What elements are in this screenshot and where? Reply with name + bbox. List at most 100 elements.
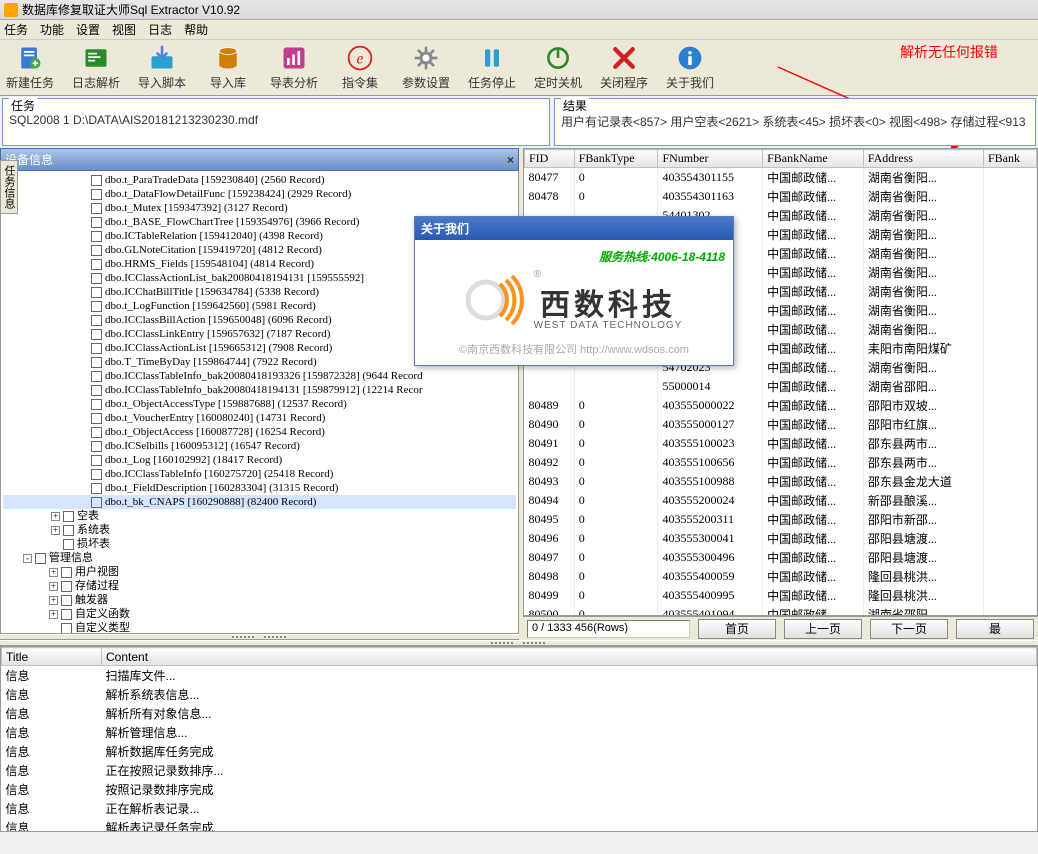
table-row[interactable]: 804770403554301155中国邮政储...湖南省衡阳... <box>525 168 1037 188</box>
log-row[interactable]: 信息正在解析表记录... <box>2 799 1037 818</box>
tree-folder[interactable]: -管理信息 <box>3 551 516 565</box>
new-task-button[interactable]: 新建任务 <box>6 44 54 91</box>
checkbox-icon[interactable] <box>91 217 102 228</box>
checkbox-icon[interactable] <box>61 581 72 592</box>
checkbox-icon[interactable] <box>91 273 102 284</box>
checkbox-icon[interactable] <box>91 385 102 396</box>
tree-close-icon[interactable]: × <box>507 153 514 167</box>
expand-icon[interactable]: + <box>49 568 58 577</box>
checkbox-icon[interactable] <box>61 595 72 606</box>
tree-leaf[interactable]: dbo.t_FieldDescription [160283304] (3131… <box>3 481 516 495</box>
tree-folder[interactable]: +自定义函数 <box>3 607 516 621</box>
checkbox-icon[interactable] <box>91 399 102 410</box>
col-header[interactable]: FBankType <box>574 150 658 168</box>
expand-icon[interactable]: + <box>49 610 58 619</box>
col-header[interactable]: FNumber <box>658 150 763 168</box>
expand-icon[interactable]: - <box>23 554 32 563</box>
checkbox-icon[interactable] <box>91 259 102 270</box>
checkbox-icon[interactable] <box>63 525 74 536</box>
page-button-最[interactable]: 最 <box>956 619 1034 639</box>
table-row[interactable]: 55000014中国邮政储...湖南省邵阳... <box>525 377 1037 396</box>
checkbox-icon[interactable] <box>91 301 102 312</box>
tree-folder[interactable]: +存储过程 <box>3 579 516 593</box>
checkbox-icon[interactable] <box>91 329 102 340</box>
checkbox-icon[interactable] <box>61 567 72 578</box>
table-row[interactable]: 804940403555200024中国邮政储...新邵县酿溪... <box>525 491 1037 510</box>
col-header[interactable]: FBankName <box>763 150 864 168</box>
expand-icon[interactable]: + <box>49 596 58 605</box>
checkbox-icon[interactable] <box>91 497 102 508</box>
tree-folder[interactable]: +触发器 <box>3 593 516 607</box>
tree-folder[interactable]: 损坏表 <box>3 537 516 551</box>
export-analyze-button[interactable]: 导表分析 <box>270 44 318 91</box>
col-header[interactable]: FAddress <box>863 150 983 168</box>
checkbox-icon[interactable] <box>91 189 102 200</box>
log-row[interactable]: 信息解析管理信息... <box>2 723 1037 742</box>
menu-帮助[interactable]: 帮助 <box>184 20 208 39</box>
log-row[interactable]: 信息正在按照记录数排序... <box>2 761 1037 780</box>
checkbox-icon[interactable] <box>61 609 72 620</box>
shutdown-button[interactable]: 定时关机 <box>534 44 582 91</box>
menu-日志[interactable]: 日志 <box>148 20 172 39</box>
tree-leaf[interactable]: dbo.ICClassTableInfo_bak20080418194131 [… <box>3 383 516 397</box>
checkbox-icon[interactable] <box>91 287 102 298</box>
table-row[interactable]: 804780403554301163中国邮政储...湖南省衡阳... <box>525 187 1037 206</box>
checkbox-icon[interactable] <box>91 413 102 424</box>
about-button[interactable]: 关于我们 <box>666 44 714 91</box>
tree-leaf[interactable]: dbo.t_bk_CNAPS [160290888] (82400 Record… <box>3 495 516 509</box>
checkbox-icon[interactable] <box>61 623 72 634</box>
page-button-下一页[interactable]: 下一页 <box>870 619 948 639</box>
checkbox-icon[interactable] <box>91 203 102 214</box>
tree-leaf[interactable]: dbo.t_VoucherEntry [160080240] (14731 Re… <box>3 411 516 425</box>
table-row[interactable]: 804930403555100988中国邮政储...邵东县金龙大道 <box>525 472 1037 491</box>
expand-icon[interactable]: + <box>51 526 60 535</box>
checkbox-icon[interactable] <box>91 441 102 452</box>
instruction-button[interactable]: e指令集 <box>336 44 384 91</box>
tree-leaf[interactable]: dbo.t_ObjectAccessType [159887688] (1253… <box>3 397 516 411</box>
log-row[interactable]: 信息解析表记录任务完成 <box>2 818 1037 832</box>
tree-leaf[interactable]: dbo.t_Log [160102992] (18417 Record) <box>3 453 516 467</box>
menu-任务[interactable]: 任务 <box>4 20 28 39</box>
tree-leaf[interactable]: dbo.t_ParaTradeData [159230840] (2560 Re… <box>3 173 516 187</box>
close-prog-button[interactable]: 关闭程序 <box>600 44 648 91</box>
tree-leaf[interactable]: dbo.t_Mutex [159347392] (3127 Record) <box>3 201 516 215</box>
checkbox-icon[interactable] <box>35 553 46 564</box>
log-row[interactable]: 信息扫描库文件... <box>2 666 1037 686</box>
checkbox-icon[interactable] <box>91 469 102 480</box>
table-row[interactable]: 804960403555300041中国邮政储...邵阳县塘渡... <box>525 529 1037 548</box>
table-row[interactable]: 804910403555100023中国邮政储...邵东县两市... <box>525 434 1037 453</box>
checkbox-icon[interactable] <box>91 483 102 494</box>
checkbox-icon[interactable] <box>91 455 102 466</box>
param-button[interactable]: 参数设置 <box>402 44 450 91</box>
checkbox-icon[interactable] <box>91 427 102 438</box>
log-row[interactable]: 信息解析数据库任务完成 <box>2 742 1037 761</box>
col-header[interactable]: FBank <box>983 150 1036 168</box>
log-col[interactable]: Title <box>2 648 102 666</box>
menu-设置[interactable]: 设置 <box>76 20 100 39</box>
tree-folder[interactable]: +系统表 <box>3 523 516 537</box>
table-row[interactable]: 805000403555401094中国邮政储...湖南省邵阳... <box>525 605 1037 616</box>
tree-leaf[interactable]: dbo.ICClassTableInfo [160275720] (25418 … <box>3 467 516 481</box>
splitter[interactable] <box>0 634 519 640</box>
menu-功能[interactable]: 功能 <box>40 20 64 39</box>
table-row[interactable]: 804950403555200311中国邮政储...邵阳市新邵... <box>525 510 1037 529</box>
tree-leaf[interactable]: dbo.ICSelbills [160095312] (16547 Record… <box>3 439 516 453</box>
table-row[interactable]: 804970403555300496中国邮政储...邵阳县塘渡... <box>525 548 1037 567</box>
table-row[interactable]: 804990403555400995中国邮政储...隆回县桃洪... <box>525 586 1037 605</box>
tree-folder[interactable]: 自定义类型 <box>3 621 516 634</box>
log-row[interactable]: 信息解析所有对象信息... <box>2 704 1037 723</box>
task-stop-button[interactable]: 任务停止 <box>468 44 516 91</box>
table-row[interactable]: 804920403555100656中国邮政储...邵东县两市... <box>525 453 1037 472</box>
tree-folder[interactable]: +用户视图 <box>3 565 516 579</box>
checkbox-icon[interactable] <box>91 371 102 382</box>
tree-leaf[interactable]: dbo.ICClassTableInfo_bak20080418193326 [… <box>3 369 516 383</box>
log-col[interactable]: Content <box>102 648 1037 666</box>
import-script-button[interactable]: 导入脚本 <box>138 44 186 91</box>
table-row[interactable]: 804980403555400059中国邮政储...隆回县桃洪... <box>525 567 1037 586</box>
col-header[interactable]: FID <box>525 150 575 168</box>
tree-folder[interactable]: +空表 <box>3 509 516 523</box>
sidebar-tab[interactable]: 任务信息 <box>0 160 18 214</box>
expand-icon[interactable]: + <box>51 512 60 521</box>
export-db-button[interactable]: 导入库 <box>204 44 252 91</box>
checkbox-icon[interactable] <box>91 357 102 368</box>
